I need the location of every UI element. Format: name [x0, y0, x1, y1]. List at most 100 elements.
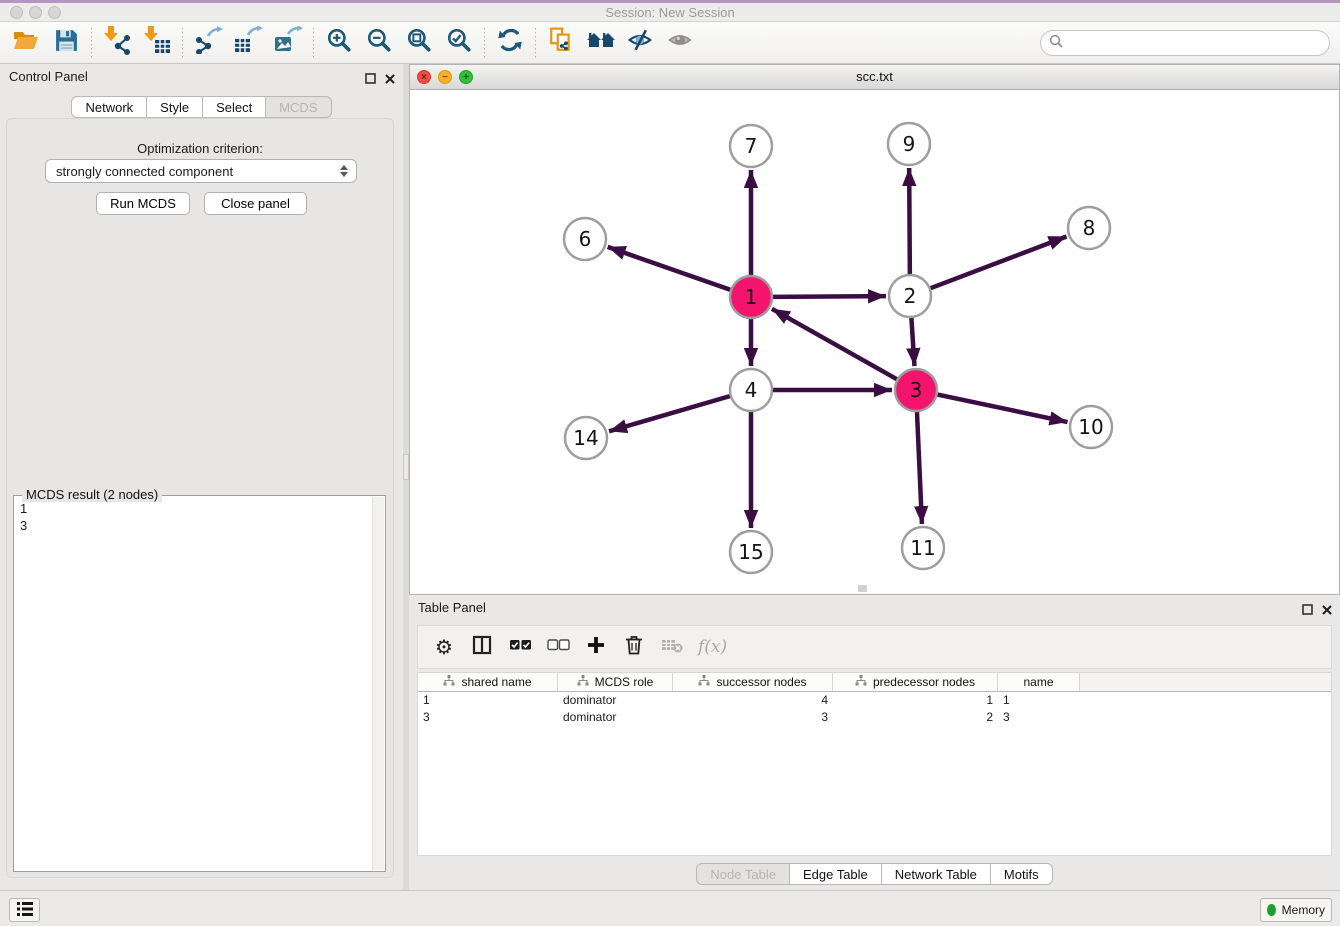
edge-3-1[interactable] — [772, 309, 897, 379]
run-mcds-button[interactable]: Run MCDS — [96, 192, 190, 215]
cell-mcds-role[interactable]: dominator — [558, 709, 673, 726]
node-8[interactable]: 8 — [1068, 207, 1110, 249]
memory-button[interactable]: Memory — [1260, 898, 1332, 922]
export-table-button[interactable] — [228, 25, 268, 61]
tree-icon — [698, 675, 710, 689]
table-row[interactable]: 3dominator323 — [418, 709, 1331, 726]
node-label: 6 — [579, 227, 592, 251]
node-14[interactable]: 14 — [565, 417, 607, 459]
column-header-name[interactable]: name — [998, 673, 1080, 691]
cell-successor-nodes[interactable]: 4 — [673, 692, 833, 709]
node-9[interactable]: 9 — [888, 123, 930, 165]
zoom-fit-button[interactable] — [399, 25, 439, 61]
cyndex-share-button[interactable] — [541, 25, 581, 61]
tab-node-table[interactable]: Node Table — [696, 863, 790, 885]
export-network-button[interactable] — [188, 25, 228, 61]
tab-mcds[interactable]: MCDS — [266, 96, 331, 118]
node-2[interactable]: 2 — [889, 275, 931, 317]
node-3[interactable]: 3 — [895, 369, 937, 411]
home-button[interactable] — [581, 25, 621, 61]
close-panel-button[interactable]: Close panel — [204, 192, 307, 215]
edge-4-14[interactable] — [609, 396, 730, 431]
tab-select[interactable]: Select — [203, 96, 266, 118]
fx-icon: f(x) — [698, 637, 727, 657]
tab-style[interactable]: Style — [147, 96, 203, 118]
table-settings-button[interactable]: ⚙ — [432, 633, 456, 661]
mcds-result-list[interactable]: 13 — [15, 498, 371, 870]
status-list-button[interactable] — [9, 898, 40, 922]
create-column-button[interactable] — [584, 633, 608, 661]
node-6[interactable]: 6 — [564, 218, 606, 260]
refresh-button[interactable] — [490, 25, 530, 61]
column-label: MCDS role — [595, 675, 654, 689]
tab-network-table[interactable]: Network Table — [882, 863, 991, 885]
show-graphics-button[interactable] — [661, 25, 701, 61]
select-all-columns-button[interactable] — [508, 633, 532, 661]
save-session-button[interactable] — [46, 25, 86, 61]
import-network-button[interactable] — [97, 25, 137, 61]
edge-2-8[interactable] — [931, 237, 1067, 289]
unselect-all-columns-button[interactable] — [546, 633, 570, 661]
edge-3-11[interactable] — [917, 412, 922, 524]
cell-predecessor-nodes[interactable]: 1 — [833, 692, 998, 709]
cell-predecessor-nodes[interactable]: 2 — [833, 709, 998, 726]
cell-name[interactable]: 1 — [998, 692, 1080, 709]
column-header-predecessor-nodes[interactable]: predecessor nodes — [833, 673, 998, 691]
cell-successor-nodes[interactable]: 3 — [673, 709, 833, 726]
export-image-button[interactable] — [268, 25, 308, 61]
cell-name[interactable]: 3 — [998, 709, 1080, 726]
show-columns-button[interactable] — [470, 633, 494, 661]
cell-shared-name[interactable]: 1 — [418, 692, 558, 709]
edge-2-3[interactable] — [911, 318, 914, 366]
node-15[interactable]: 15 — [730, 531, 772, 573]
node-11[interactable]: 11 — [902, 527, 944, 569]
node-table[interactable]: shared name MCDS role successor nodesprede… — [417, 672, 1332, 856]
close-panel-icon[interactable] — [385, 71, 395, 89]
toolbar-separator — [484, 28, 485, 58]
network-canvas[interactable]: 7 9 6 8 1 2 4 3 14 10 15 11 — [410, 90, 1339, 594]
import-table-button[interactable] — [137, 25, 177, 61]
result-item[interactable]: 3 — [20, 517, 366, 534]
tab-network[interactable]: Network — [71, 96, 147, 118]
cell-shared-name[interactable]: 3 — [418, 709, 558, 726]
search-input[interactable] — [1069, 36, 1321, 51]
edge-3-10[interactable] — [938, 395, 1068, 422]
result-scrollbar[interactable] — [372, 497, 384, 870]
control-panel: Control Panel NetworkStyleSelectMCDS Opt… — [0, 64, 403, 890]
node-1[interactable]: 1 — [730, 276, 772, 318]
criterion-dropdown[interactable]: strongly connected component — [45, 159, 357, 183]
zoom-selected-button[interactable] — [439, 25, 479, 61]
open-file-button[interactable] — [6, 25, 46, 61]
edge-2-9[interactable] — [909, 168, 910, 274]
result-item[interactable]: 1 — [20, 500, 366, 517]
delete-column-button[interactable] — [622, 633, 646, 661]
column-header-mcds-role[interactable]: MCDS role — [558, 673, 673, 691]
node-label: 4 — [745, 378, 758, 402]
cell-mcds-role[interactable]: dominator — [558, 692, 673, 709]
function-builder-button[interactable]: f(x) — [698, 633, 727, 661]
node-10[interactable]: 10 — [1070, 406, 1112, 448]
delete-table-button[interactable] — [660, 633, 684, 661]
zoom-in-button[interactable] — [319, 25, 359, 61]
float-panel-icon[interactable] — [1302, 602, 1313, 620]
zoom-out-button[interactable] — [359, 25, 399, 61]
column-header-successor-nodes[interactable]: successor nodes — [673, 673, 833, 691]
checked-boxes-icon — [509, 638, 532, 656]
hide-graphics-button[interactable] — [621, 25, 661, 61]
column-header-shared-name[interactable]: shared name — [418, 673, 558, 691]
houses-icon — [586, 28, 616, 57]
node-4[interactable]: 4 — [730, 369, 772, 411]
tab-edge-table[interactable]: Edge Table — [790, 863, 882, 885]
canvas-scroll-thumb[interactable] — [858, 585, 867, 592]
node-7[interactable]: 7 — [730, 125, 772, 167]
close-panel-icon[interactable] — [1322, 602, 1332, 620]
edge-1-2[interactable] — [773, 296, 886, 297]
tab-motifs[interactable]: Motifs — [991, 863, 1053, 885]
app-titlebar: Session: New Session — [0, 0, 1340, 22]
app-title: Session: New Session — [0, 5, 1340, 20]
tree-icon — [577, 675, 589, 689]
edge-1-6[interactable] — [608, 247, 731, 290]
search-box[interactable] — [1040, 30, 1330, 56]
float-panel-icon[interactable] — [365, 71, 376, 89]
table-row[interactable]: 1dominator411 — [418, 692, 1331, 709]
